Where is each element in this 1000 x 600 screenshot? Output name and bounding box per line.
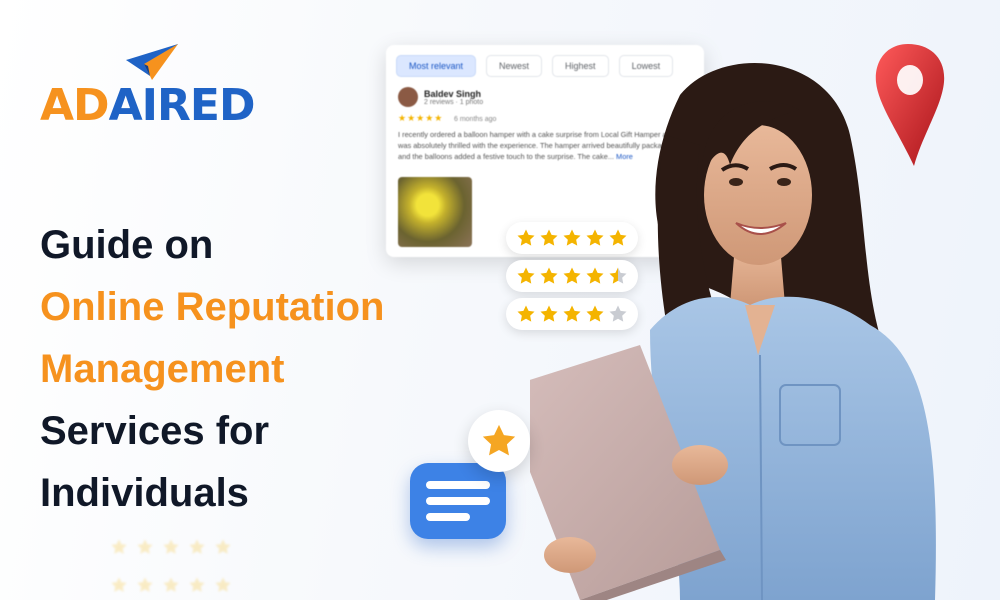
adaired-logo: ADAIRED [40, 40, 260, 131]
review-stars: ★★★★★ [398, 114, 444, 124]
headline-line-4: Services for [40, 409, 270, 453]
chat-bubble-icon [410, 463, 506, 539]
headline-line-2: Online Reputation [40, 285, 385, 329]
star-icon [137, 539, 153, 554]
chip-most-relevant[interactable]: Most relevant [396, 55, 477, 77]
woman-with-laptop-photo [530, 62, 936, 600]
star-icon [189, 539, 205, 554]
star-icon [111, 539, 127, 554]
star-icon [189, 577, 205, 592]
star-icon [137, 577, 153, 592]
logo-text-ad: AD [40, 80, 110, 131]
star-icon [468, 410, 530, 472]
faded-stars-row-2 [110, 576, 232, 594]
review-time: 6 months ago [454, 116, 497, 123]
faded-stars-row-1 [110, 538, 232, 556]
logo-text-aired: AIRED [108, 80, 256, 131]
reviewer-name: Baldev Singh [424, 88, 482, 99]
star-icon [215, 577, 231, 592]
star-icon [215, 539, 231, 554]
star-icon [111, 577, 127, 592]
paper-plane-icon [126, 44, 178, 80]
reviewer: Baldev Singh 2 reviews · 1 photo [398, 87, 483, 107]
headline-line-3: Management [40, 347, 285, 391]
review-photo [398, 177, 472, 247]
star-icon [163, 539, 179, 554]
reviewer-meta: 2 reviews · 1 photo [424, 98, 484, 106]
avatar [398, 87, 418, 107]
star-icon [163, 577, 179, 592]
